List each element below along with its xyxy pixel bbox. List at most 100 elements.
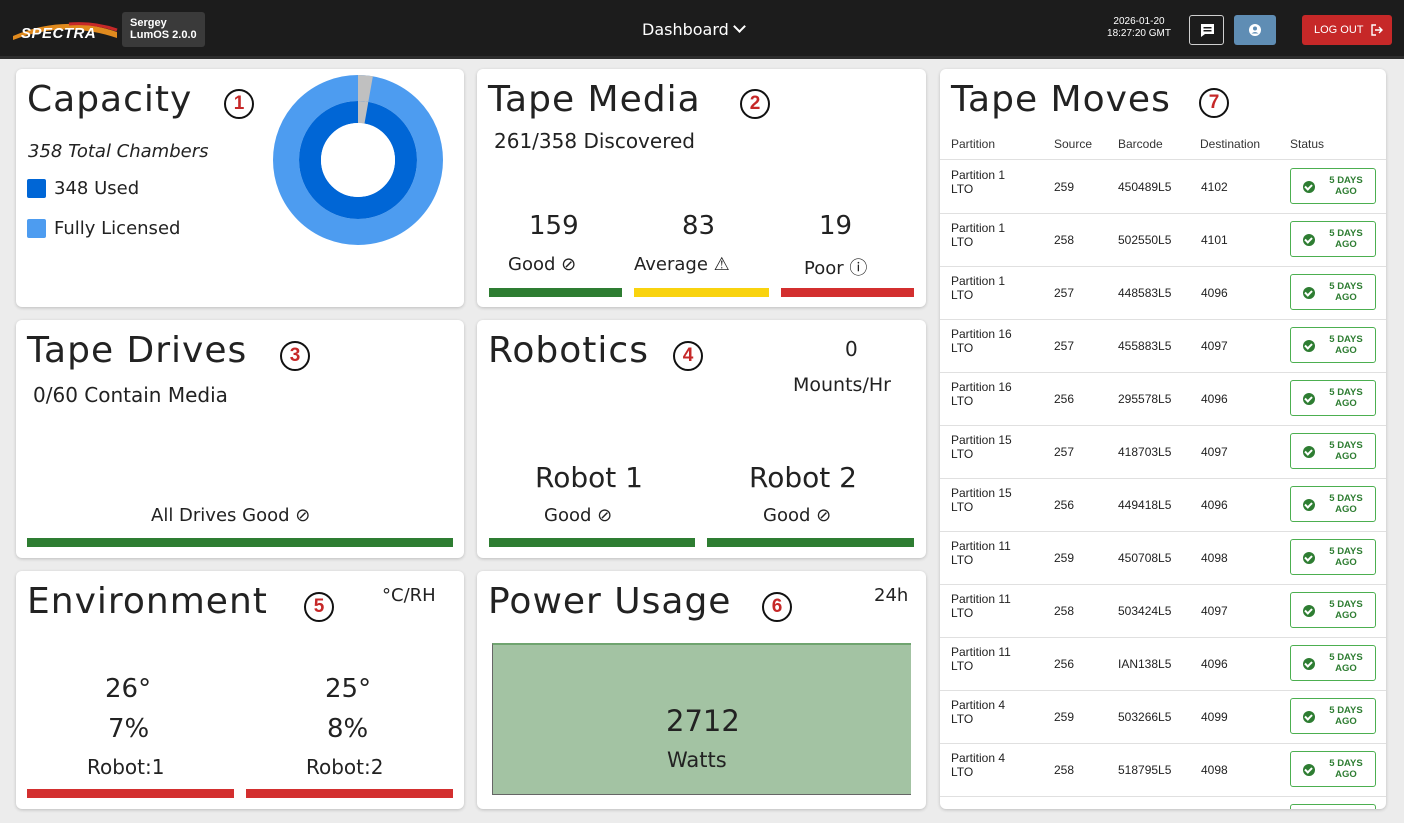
robotics-card[interactable]: Robotics 4 0 Mounts/Hr Robot 1 Good ⊘ Ro…	[477, 320, 926, 558]
user-button[interactable]	[1234, 15, 1276, 45]
table-row[interactable]: Partition 11 LTO 258 503424L5 4097 5 DAYS AGO	[940, 584, 1386, 638]
table-row[interactable]: Partition 4 LTO 258 518795L5 4098 5 DAYS AGO	[940, 743, 1386, 797]
robot1-temp: 26°	[105, 674, 152, 704]
status-badge[interactable]: 5 DAYS AGO	[1290, 698, 1376, 734]
destination-cell: 4096	[1201, 286, 1228, 300]
environment-card[interactable]: Environment 5 °C/RH 26° 7% Robot:1 25° 8…	[16, 571, 464, 809]
partition-cell: Partition 1 LTO	[951, 168, 1006, 196]
destination-cell: 4096	[1201, 498, 1228, 512]
barcode-cell: 450708L5	[1118, 551, 1172, 565]
poor-count: 19	[819, 211, 853, 241]
used-legend-label: 348 Used	[54, 178, 140, 199]
check-circle-icon: ⊘	[597, 505, 613, 526]
destination-cell: 4097	[1201, 604, 1228, 618]
tape-moves-title: Tape Moves	[951, 79, 1171, 120]
status-text: 5 DAYS AGO	[1329, 652, 1363, 674]
capacity-card[interactable]: Capacity 1 358 Total Chambers 348 Used F…	[16, 69, 464, 307]
average-label: Average ⚠	[634, 254, 730, 275]
robot1-env-bar	[27, 789, 234, 798]
power-usage-card[interactable]: Power Usage 6 24h 2712 Watts	[477, 571, 926, 809]
table-row[interactable]: Partition 16 LTO 257 455883L5 4097 5 DAYS AGO	[940, 319, 1386, 373]
status-text: 5 DAYS AGO	[1329, 175, 1363, 197]
source-cell: 258	[1054, 233, 1075, 247]
check-circle-icon	[1303, 605, 1315, 617]
spectra-logo[interactable]: SPECTRA	[13, 22, 118, 44]
status-badge[interactable]: 5 DAYS AGO	[1290, 327, 1376, 363]
barcode-cell: 502550L5	[1118, 233, 1172, 247]
version-label: LumOS 2.0.0	[130, 29, 197, 41]
table-row[interactable]: Partition 4 LTO 259 503266L5 4099 5 DAYS AGO	[940, 690, 1386, 744]
used-legend-swatch	[27, 179, 46, 198]
tape-media-card[interactable]: Tape Media 2 261/358 Discovered 159 Good…	[477, 69, 926, 307]
destination-cell: 4099	[1201, 710, 1228, 724]
partition-cell: Partition 16 LTO	[951, 380, 1012, 408]
table-row[interactable]: Partition 1 LTO 258 502550L5 4101 5 DAYS AGO	[940, 213, 1386, 267]
tape-moves-table-header: Partition Source Barcode Destination Sta…	[951, 137, 1385, 159]
status-text: 5 DAYS AGO	[1329, 493, 1363, 515]
status-badge[interactable]: 5 DAYS AGO	[1290, 274, 1376, 310]
robot2-status: Good ⊘	[763, 505, 832, 526]
partition-cell: Partition 15 LTO	[951, 433, 1012, 461]
alert-circle-icon: ⓘ	[849, 258, 868, 279]
status-badge[interactable]: 5 DAYS AGO	[1290, 751, 1376, 787]
power-usage-title: Power Usage	[488, 581, 732, 622]
status-header: Status	[1290, 137, 1325, 151]
check-circle-icon	[1303, 287, 1315, 299]
table-row[interactable]: Partition 11 LTO 259 450708L5 4098 5 DAYS AGO	[940, 531, 1386, 585]
barcode-header: Barcode	[1118, 137, 1163, 151]
robot1-env-label: Robot:1	[87, 755, 165, 779]
card-number-badge: 7	[1199, 88, 1229, 118]
drives-status: All Drives Good ⊘	[151, 505, 311, 526]
destination-cell: 4097	[1201, 445, 1228, 459]
status-badge[interactable]: 5 DAYS AGO	[1290, 433, 1376, 469]
poor-bar	[781, 288, 914, 297]
power-value: 2712	[666, 704, 740, 738]
status-badge[interactable]: 5 DAYS AGO	[1290, 645, 1376, 681]
destination-cell: 4097	[1201, 339, 1228, 353]
destination-cell: 4102	[1201, 180, 1228, 194]
barcode-cell: 503266L5	[1118, 710, 1172, 724]
status-badge[interactable]: 5 DAYS AGO	[1290, 380, 1376, 416]
barcode-cell: 503424L5	[1118, 604, 1172, 618]
table-row[interactable]: Partition 15 LTO 257 418703L5 4097 5 DAYS AGO	[940, 425, 1386, 479]
top-bar: SPECTRA Sergey LumOS 2.0.0 Dashboard 202…	[0, 0, 1404, 59]
table-row[interactable]: Partition 16 LTO 256 295578L5 4096 5 DAYS AGO	[940, 372, 1386, 426]
partial-status-badge	[1290, 804, 1376, 809]
robot2-env-bar	[246, 789, 453, 798]
destination-cell: 4098	[1201, 763, 1228, 777]
destination-header: Destination	[1200, 137, 1261, 151]
tape-drives-card[interactable]: Tape Drives 3 0/60 Contain Media All Dri…	[16, 320, 464, 558]
barcode-cell: 518795L5	[1118, 763, 1172, 777]
check-circle-icon	[1303, 499, 1315, 511]
barcode-cell: 418703L5	[1118, 445, 1172, 459]
status-text: 5 DAYS AGO	[1329, 228, 1363, 250]
good-label: Good ⊘	[508, 254, 577, 275]
user-version-box[interactable]: Sergey LumOS 2.0.0	[122, 12, 205, 47]
logout-button[interactable]: LOG OUT	[1302, 15, 1392, 45]
check-circle-icon	[1303, 446, 1315, 458]
status-badge[interactable]: 5 DAYS AGO	[1290, 221, 1376, 257]
status-text: 5 DAYS AGO	[1329, 387, 1363, 409]
table-row[interactable]: Partition 11 LTO 256 IAN138L5 4096 5 DAYS AGO	[940, 637, 1386, 691]
check-circle-icon: ⊘	[561, 254, 577, 275]
source-cell: 256	[1054, 657, 1075, 671]
destination-cell: 4096	[1201, 657, 1228, 671]
status-badge[interactable]: 5 DAYS AGO	[1290, 486, 1376, 522]
dashboard-dropdown[interactable]: Dashboard	[642, 20, 746, 39]
status-text: 5 DAYS AGO	[1329, 281, 1363, 303]
robot2-humidity: 8%	[327, 714, 369, 744]
check-circle-icon	[1303, 552, 1315, 564]
source-cell: 258	[1054, 604, 1075, 618]
status-badge[interactable]: 5 DAYS AGO	[1290, 592, 1376, 628]
robotics-title: Robotics	[488, 330, 649, 371]
table-row[interactable]: Partition 1 LTO 259 450489L5 4102 5 DAYS AGO	[940, 160, 1386, 214]
table-row[interactable]: Partition 1 LTO 257 448583L5 4096 5 DAYS AGO	[940, 266, 1386, 320]
status-badge[interactable]: 5 DAYS AGO	[1290, 168, 1376, 204]
partition-header: Partition	[951, 137, 996, 151]
source-cell: 257	[1054, 286, 1075, 300]
partition-cell: Partition 11 LTO	[951, 539, 1011, 567]
table-row[interactable]: Partition 15 LTO 256 449418L5 4096 5 DAYS AGO	[940, 478, 1386, 532]
status-badge[interactable]: 5 DAYS AGO	[1290, 539, 1376, 575]
contain-media: 0/60 Contain Media	[33, 383, 228, 407]
messages-button[interactable]	[1189, 15, 1224, 45]
